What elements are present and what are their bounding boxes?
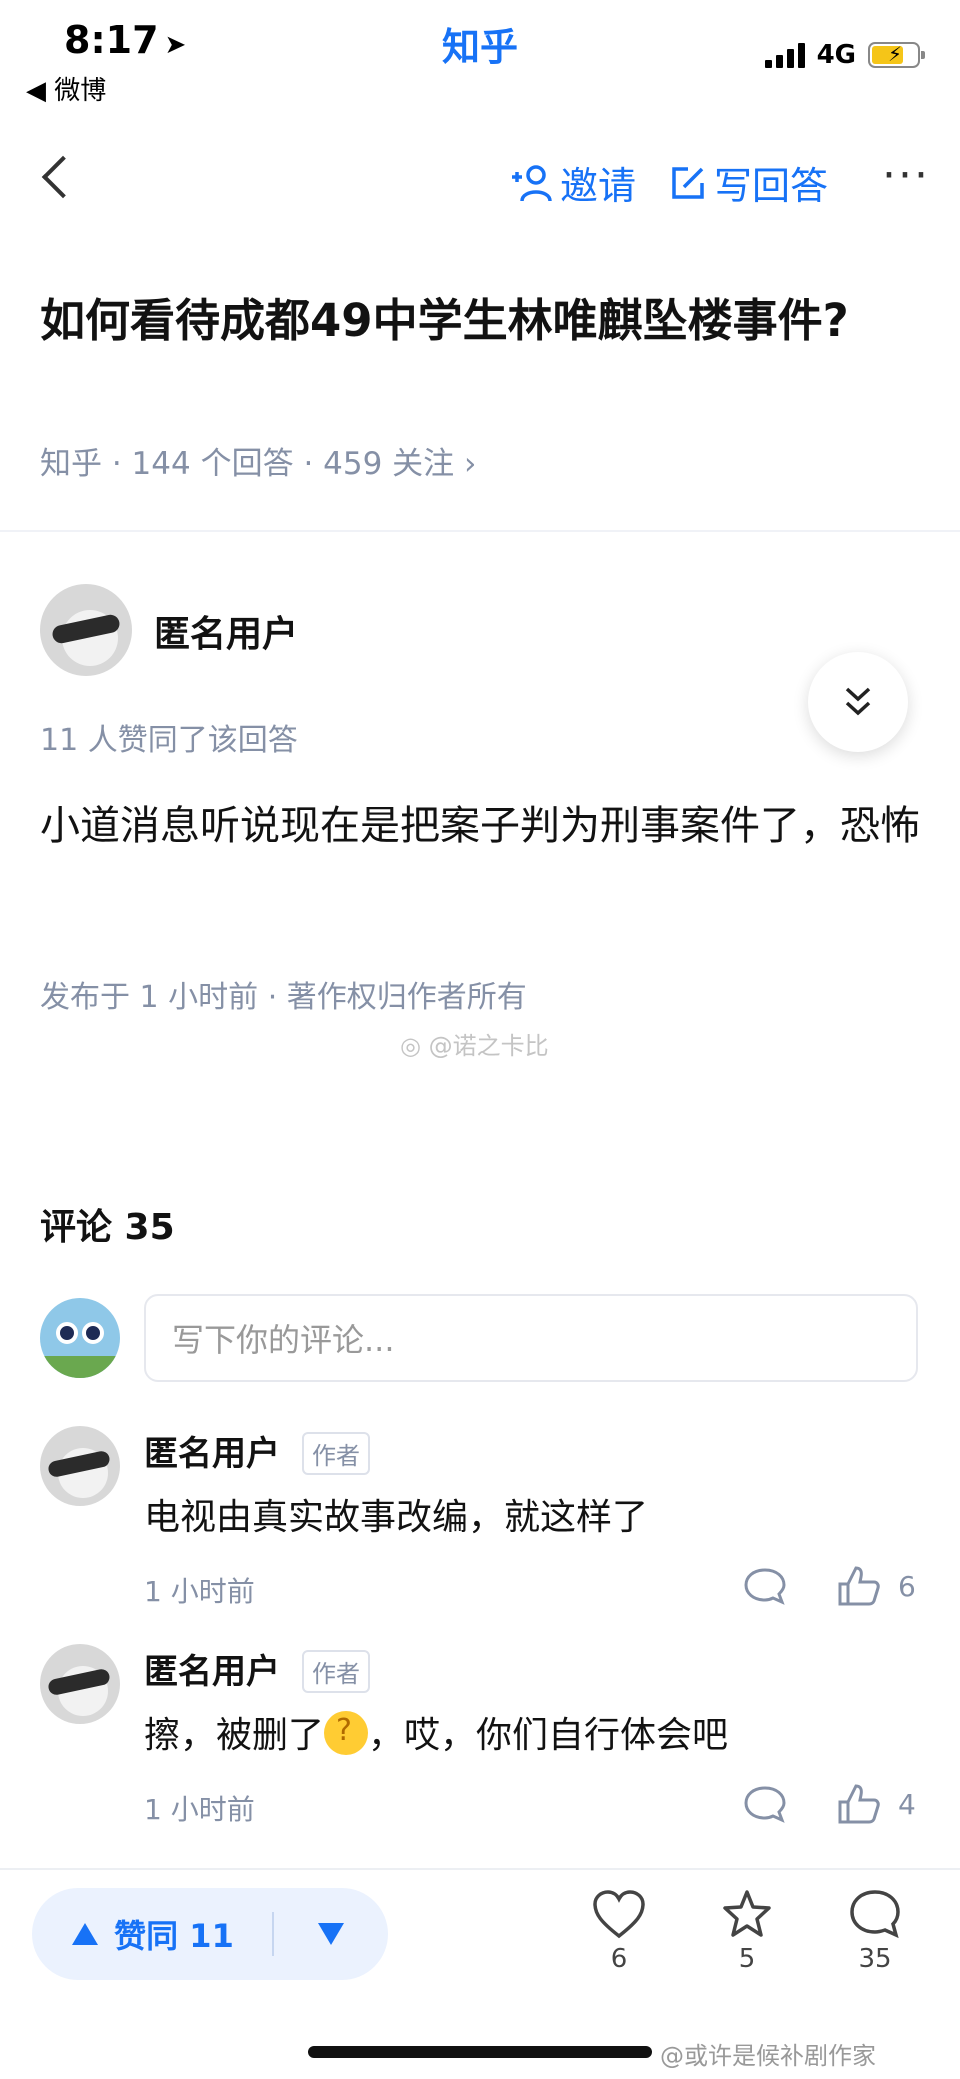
more-icon[interactable]: ··· <box>882 150 930 201</box>
like-count: 6 <box>898 1570 916 1603</box>
invite-button[interactable]: 邀请 <box>510 155 636 210</box>
divider <box>0 530 960 532</box>
comment-author[interactable]: 匿名用户 <box>144 1426 280 1475</box>
write-answer-button[interactable]: 写回答 <box>668 155 828 210</box>
home-indicator[interactable] <box>308 2046 652 2058</box>
star-icon <box>723 1890 771 1937</box>
edit-icon <box>672 166 704 199</box>
watermark-text: @诺之卡比 <box>428 1032 549 1060</box>
comment-input[interactable]: 写下你的评论... <box>144 1294 918 1382</box>
downvote-button[interactable] <box>274 1888 388 1980</box>
comment-text-after: ，哎，你们自行体会吧 <box>368 1715 729 1756</box>
comment-bubble-icon <box>850 1890 900 1939</box>
back-to-app-link[interactable]: ◀ 微博 <box>26 70 106 107</box>
favorite-button[interactable]: 5 <box>702 1888 792 1974</box>
comment-text: 擦，被删了 ，哎，你们自行体会吧 <box>144 1706 728 1758</box>
comment-text-content: 电视由真实故事改编，就这样了 <box>144 1497 649 1538</box>
comment-button[interactable]: 35 <box>830 1888 920 1974</box>
comment-time: 1 小时前 <box>144 1793 255 1826</box>
weibo-icon: ◎ <box>400 1032 421 1060</box>
avatar[interactable] <box>40 1426 120 1506</box>
double-chevron-down-icon <box>845 687 871 716</box>
battery-icon: ⚡ <box>868 42 925 68</box>
upvote-label: 赞同 11 <box>114 1917 234 1955</box>
comment-author[interactable]: 匿名用户 <box>144 1644 280 1693</box>
bottom-divider <box>0 1868 960 1870</box>
like-count: 6 <box>610 1944 628 1974</box>
answer-author[interactable]: 匿名用户 <box>154 605 298 657</box>
collapse-answer-button[interactable] <box>808 652 908 752</box>
answer-footer: 发布于 1 小时前 · 著作权归作者所有 <box>40 980 527 1015</box>
comment-item: 匿名用户 作者 电视由真实故事改编，就这样了 1 小时前 6 <box>0 1426 960 1626</box>
status-indicators: 4G ⚡ <box>764 40 925 70</box>
watermark: @或许是候补剧作家 <box>660 2042 876 2070</box>
network-type: 4G <box>816 40 856 70</box>
comments-title: 评论 35 <box>40 1207 175 1248</box>
thumbs-up-icon[interactable] <box>836 1782 882 1826</box>
comment-time: 1 小时前 <box>144 1575 255 1608</box>
write-answer-label: 写回答 <box>714 164 829 208</box>
heart-icon <box>593 1890 645 1939</box>
comment-count: 35 <box>858 1944 892 1974</box>
comment-item: 匿名用户 作者 擦，被删了 ，哎，你们自行体会吧 1 小时前 4 <box>0 1644 960 1844</box>
avatar[interactable] <box>40 584 132 676</box>
comment-text: 电视由真实故事改编，就这样了 <box>144 1488 648 1540</box>
triangle-down-icon <box>318 1923 344 1945</box>
signal-icon <box>764 42 805 68</box>
author-tag: 作者 <box>302 1432 370 1475</box>
thumbs-up-icon[interactable] <box>836 1564 882 1608</box>
vote-pill: 赞同 11 <box>32 1888 388 1980</box>
back-icon[interactable] <box>38 150 78 206</box>
thinking-emoji-icon <box>324 1711 369 1755</box>
reply-icon[interactable] <box>742 1566 788 1606</box>
invite-label: 邀请 <box>560 164 637 208</box>
answer-content: 小道消息听说现在是把案子判为刑事案件了，恐怖 <box>40 803 920 849</box>
upvote-button[interactable]: 赞同 11 <box>32 1888 272 1980</box>
watermark: ◎ @诺之卡比 <box>400 1026 549 1061</box>
comment-text-before: 擦，被删了 <box>144 1715 325 1756</box>
question-meta[interactable]: 知乎 · 144 个回答 · 459 关注 › <box>40 438 476 483</box>
answer-vote-count: 11 人赞同了该回答 <box>40 723 298 758</box>
favorite-count: 5 <box>738 1944 756 1974</box>
like-count: 4 <box>898 1788 916 1821</box>
avatar[interactable] <box>40 1644 120 1724</box>
like-heart-button[interactable]: 6 <box>574 1888 664 1974</box>
reply-icon[interactable] <box>742 1784 788 1824</box>
triangle-up-icon <box>72 1923 99 1945</box>
question-title[interactable]: 如何看待成都49中学生林唯麒坠楼事件? <box>40 288 920 354</box>
invite-person-icon <box>512 164 552 201</box>
author-tag: 作者 <box>302 1650 370 1693</box>
my-avatar <box>40 1298 120 1378</box>
